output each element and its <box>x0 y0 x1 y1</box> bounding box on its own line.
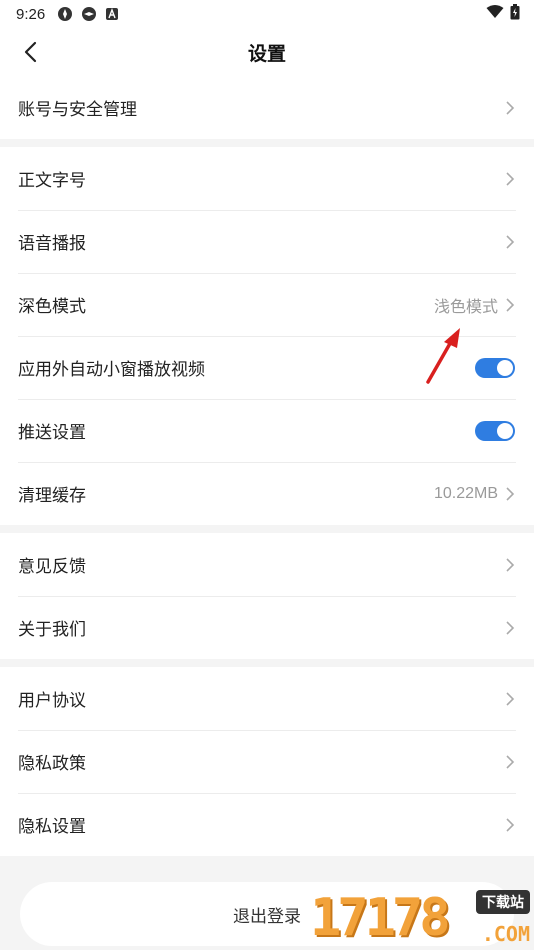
settings-item-label: 深色模式 <box>18 297 86 317</box>
settings-item-font-size[interactable]: 正文字号 <box>0 147 534 210</box>
settings-item-feedback[interactable]: 意见反馈 <box>0 533 534 596</box>
settings-item-label: 推送设置 <box>18 423 86 443</box>
a-icon <box>105 7 119 21</box>
chevron-right-icon <box>504 100 516 116</box>
toggle-knob <box>497 422 513 439</box>
settings-item-clear-cache[interactable]: 清理缓存 10.22MB <box>0 462 534 525</box>
game-icon <box>57 6 73 22</box>
settings-item-push: 推送设置 <box>0 399 534 462</box>
chevron-left-icon <box>24 41 37 63</box>
settings-group-general: 正文字号 语音播报 深色模式 浅色模式 应用外自动小窗播放视频 推送设置 清理缓… <box>0 147 534 525</box>
settings-item-label: 账号与安全管理 <box>18 100 137 120</box>
settings-item-user-agreement[interactable]: 用户协议 <box>0 667 534 730</box>
logout-container: 退出登录 <box>20 882 514 946</box>
chevron-right-icon <box>504 557 516 573</box>
chevron-right-icon <box>504 297 516 313</box>
wifi-icon <box>486 5 504 23</box>
settings-item-label: 正文字号 <box>18 171 86 191</box>
chevron-right-icon <box>504 754 516 770</box>
settings-item-label: 语音播报 <box>18 234 86 254</box>
settings-item-account-security[interactable]: 账号与安全管理 <box>0 76 534 139</box>
game-icon <box>81 6 97 22</box>
chevron-right-icon <box>504 171 516 187</box>
chevron-right-icon <box>504 691 516 707</box>
logout-button[interactable]: 退出登录 <box>20 882 514 946</box>
settings-item-privacy-settings[interactable]: 隐私设置 <box>0 793 534 856</box>
settings-item-label: 清理缓存 <box>18 486 86 506</box>
settings-item-value: 浅色模式 <box>433 298 498 316</box>
settings-group-account: 账号与安全管理 <box>0 76 534 139</box>
status-time: 9:26 <box>16 5 46 23</box>
settings-item-label: 用户协议 <box>18 691 86 711</box>
settings-item-label: 隐私设置 <box>18 817 86 837</box>
settings-item-label: 意见反馈 <box>18 557 86 577</box>
chevron-right-icon <box>504 486 516 502</box>
settings-group-about: 意见反馈 关于我们 <box>0 533 534 659</box>
nav-bar: 设置 <box>0 28 534 76</box>
chevron-right-icon <box>504 234 516 250</box>
settings-item-dark-mode[interactable]: 深色模式 浅色模式 <box>0 273 534 336</box>
push-toggle[interactable] <box>475 420 515 441</box>
status-bar: 9:26 <box>0 0 534 28</box>
floating-video-toggle[interactable] <box>475 357 515 378</box>
settings-item-label: 关于我们 <box>18 620 86 640</box>
toggle-knob <box>497 359 513 376</box>
battery-icon <box>510 4 520 24</box>
settings-item-about-us[interactable]: 关于我们 <box>0 596 534 659</box>
chevron-right-icon <box>504 620 516 636</box>
settings-item-value: 10.22MB <box>433 484 498 502</box>
settings-item-label: 隐私政策 <box>18 754 86 774</box>
settings-group-privacy: 用户协议 隐私政策 隐私设置 <box>0 667 534 856</box>
page-title: 设置 <box>247 42 286 65</box>
settings-item-label: 应用外自动小窗播放视频 <box>18 360 205 380</box>
settings-item-floating-video: 应用外自动小窗播放视频 <box>0 336 534 399</box>
settings-item-privacy-policy[interactable]: 隐私政策 <box>0 730 534 793</box>
settings-item-voice-broadcast[interactable]: 语音播报 <box>0 210 534 273</box>
back-button[interactable] <box>16 38 44 66</box>
chevron-right-icon <box>504 817 516 833</box>
